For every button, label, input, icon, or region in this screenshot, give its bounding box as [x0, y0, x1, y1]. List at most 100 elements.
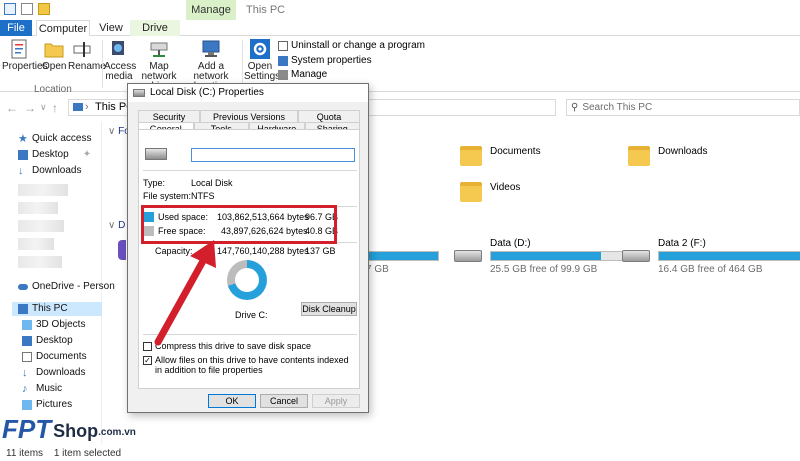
properties-label: Properties [2, 61, 48, 72]
new-folder-qat-icon[interactable] [38, 3, 50, 15]
cancel-button[interactable]: Cancel [260, 394, 308, 408]
ribbon: Properties Open Rename Location Access m… [0, 36, 800, 95]
index-checkbox[interactable]: ✓ [143, 356, 152, 365]
open-settings-button[interactable]: Open Settings [244, 38, 280, 82]
logo-domain: .com.vn [98, 427, 136, 438]
ribbon-tab-bar: File Computer View Drive Tools [0, 20, 800, 50]
system-properties-label: System properties [291, 55, 372, 66]
up-arrow-icon[interactable]: ↑ [52, 101, 58, 115]
disk-usage-donut [227, 260, 267, 300]
folder-label: Videos [490, 182, 521, 193]
nav-pictures[interactable]: Pictures [22, 398, 72, 412]
ribbon-separator [242, 40, 243, 88]
nav-this-pc[interactable]: This PC [12, 302, 102, 316]
nav-desktop-pc[interactable]: Desktop [22, 334, 73, 348]
nav-label: Desktop [32, 149, 69, 160]
hard-drive-icon [454, 250, 482, 262]
section-label: D [118, 220, 126, 231]
location-group-label: Location [34, 84, 72, 95]
window-title: This PC [246, 4, 286, 16]
rename-icon [73, 42, 91, 57]
this-pc-icon [73, 103, 83, 111]
nav-music[interactable]: ♪ Music [22, 382, 62, 396]
system-properties-button[interactable]: System properties [278, 55, 372, 66]
section-header-devices[interactable]: ∨ D [108, 220, 125, 231]
rename-button[interactable]: Rename [68, 38, 106, 72]
dialog-title-bar: Local Disk (C:) Properties [128, 84, 368, 102]
tab-computer[interactable]: Computer [36, 20, 90, 37]
media-icon [112, 41, 124, 55]
logo-fpt: FPT [2, 414, 52, 444]
title-bar: Manage This PC [0, 0, 800, 20]
nav-label: This PC [32, 303, 68, 314]
recent-chevron-icon[interactable]: ∨ [40, 102, 47, 113]
folder-documents[interactable]: Documents [460, 146, 541, 166]
tab-previous-versions[interactable]: Previous Versions [200, 110, 298, 122]
downloads-folder-icon [628, 146, 650, 166]
folder-downloads[interactable]: Downloads [628, 146, 707, 166]
drive-name: Data 2 (F:) [658, 238, 706, 249]
nav-3d-objects[interactable]: 3D Objects [22, 318, 85, 332]
network-location-icon [202, 40, 220, 57]
index-label: Allow files on this drive to have conten… [155, 355, 349, 375]
ok-button[interactable]: OK [208, 394, 256, 408]
tab-quota[interactable]: Quota [298, 110, 360, 122]
desktop-icon [18, 150, 28, 160]
nav-downloads[interactable]: ↓ Downloads [18, 164, 81, 178]
system-properties-icon [278, 55, 288, 66]
music-icon: ♪ [22, 383, 28, 395]
folder-label: Downloads [658, 146, 708, 157]
tab-drive-tools[interactable]: Drive Tools [130, 20, 180, 50]
tab-view[interactable]: View [94, 20, 128, 36]
tab-file[interactable]: File [0, 20, 32, 36]
properties-qat-icon[interactable] [4, 3, 16, 15]
nav-label: Downloads [32, 165, 82, 176]
manage-button[interactable]: Manage [278, 69, 327, 80]
drive-icon [133, 89, 145, 97]
address-bar-row: ← → ∨ ↑ › This PC ⚲ Search This PC [0, 96, 800, 118]
cloud-icon [18, 284, 28, 290]
capacity-bytes: 147,760,140,288 bytes [217, 246, 309, 256]
nav-downloads-pc[interactable]: ↓ Downloads [22, 366, 85, 380]
navigation-pane: ★ Quick access Desktop ✦ ↓ Downloads OneDri… [0, 122, 115, 444]
chevron-down-icon: ∨ [108, 126, 119, 137]
access-media-button[interactable]: Access media [104, 38, 137, 82]
search-input[interactable]: ⚲ Search This PC [566, 99, 800, 116]
document-icon [22, 352, 32, 362]
drive-usage-bar [366, 251, 439, 261]
forward-arrow-icon[interactable]: → [24, 101, 36, 115]
folder-videos[interactable]: Videos [460, 182, 520, 202]
checkmark-qat-icon[interactable] [21, 3, 33, 15]
computer-icon [18, 304, 28, 314]
apply-button[interactable]: Apply [312, 394, 360, 408]
videos-folder-icon [460, 182, 482, 202]
rename-label: Rename [68, 61, 106, 72]
drive-name-field[interactable] [191, 148, 355, 162]
drive-usage-fill [491, 252, 601, 260]
device-icon-partial [118, 240, 126, 260]
tab-security[interactable]: Security [138, 110, 200, 122]
drive-usage-bar [490, 251, 640, 261]
nav-onedrive[interactable]: OneDrive - Person [18, 280, 115, 294]
tab-manage[interactable]: Manage [186, 0, 236, 20]
nav-label: Desktop [36, 335, 73, 346]
nav-label: Downloads [36, 367, 86, 378]
nav-label: OneDrive - Person [32, 281, 115, 292]
file-system-label: File system: [143, 191, 192, 201]
uninstall-program-button[interactable]: Uninstall or change a program [278, 40, 425, 51]
capacity-gb: 137 GB [305, 246, 336, 256]
open-settings-label: Open Settings [244, 61, 281, 82]
nav-documents[interactable]: Documents [22, 350, 87, 364]
manage-label: Manage [291, 69, 328, 80]
disk-cleanup-button[interactable]: Disk Cleanup [301, 302, 357, 316]
back-arrow-icon[interactable]: ← [6, 101, 18, 115]
chevron-down-icon: ∨ [108, 220, 119, 231]
nav-quick-access[interactable]: ★ Quick access [18, 132, 91, 146]
dialog-title: Local Disk (C:) Properties [150, 87, 264, 98]
access-media-label: Access media [104, 61, 137, 82]
nav-label: Pictures [36, 399, 73, 410]
properties-button[interactable]: Properties [2, 38, 48, 72]
drive-usage-fill [367, 252, 438, 260]
nav-desktop[interactable]: Desktop ✦ [18, 148, 91, 162]
open-button[interactable]: Open [42, 38, 66, 72]
